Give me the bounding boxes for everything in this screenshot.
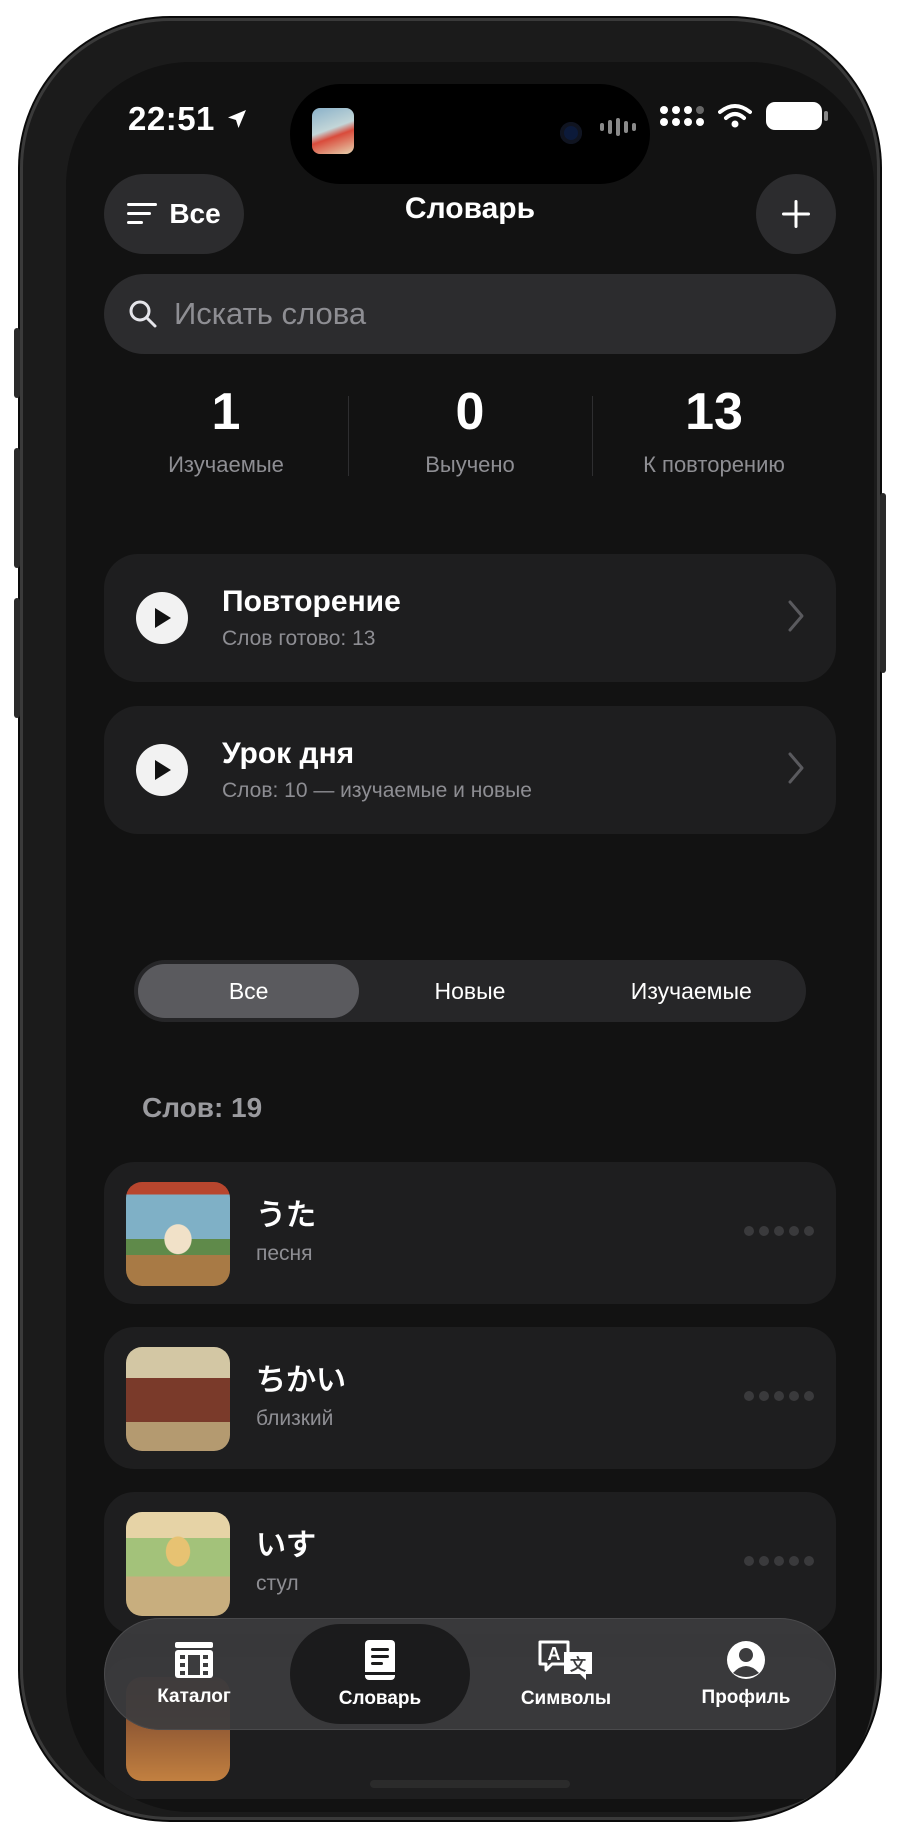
stat-value: 1: [211, 383, 241, 441]
tab-label: Каталог: [157, 1686, 231, 1707]
wifi-icon: [718, 104, 752, 128]
stat-learned: 0 Выучено: [348, 382, 592, 492]
play-icon: [136, 592, 188, 644]
film-icon: [175, 1642, 213, 1678]
word-filter-segmented-control: Все Новые Изучаемые: [134, 960, 806, 1022]
word-japanese: うた: [256, 1198, 316, 1233]
progress-dots: [744, 1226, 814, 1236]
action-button: [14, 328, 20, 398]
location-arrow-icon: [227, 110, 246, 128]
stat-label: Изучаемые: [168, 452, 284, 477]
chevron-right-icon: [788, 752, 804, 784]
now-playing-thumbnail: [312, 108, 354, 154]
tab-symbols[interactable]: A 文 Символы: [476, 1624, 656, 1724]
review-card[interactable]: Повторение Слов готово: 13: [104, 554, 836, 682]
word-item[interactable]: いす стул: [104, 1492, 836, 1634]
stats-row: 1 Изучаемые 0 Выучено 13 К повторению: [104, 382, 836, 492]
svg-text:A: A: [548, 1644, 561, 1664]
word-translation: песня: [256, 1242, 313, 1265]
segment-all[interactable]: Все: [138, 964, 360, 1018]
stat-learning: 1 Изучаемые: [104, 382, 348, 492]
battery-icon: [766, 102, 828, 130]
svg-text:文: 文: [570, 1655, 587, 1674]
status-icons: [660, 102, 828, 130]
word-item[interactable]: うた песня: [104, 1162, 836, 1304]
progress-dots: [744, 1556, 814, 1566]
home-indicator: [370, 1780, 570, 1788]
tab-label: Символы: [520, 1688, 612, 1709]
tab-catalog[interactable]: Каталог: [104, 1624, 284, 1724]
card-title: Повторение: [222, 585, 401, 618]
clock: 22:51: [128, 100, 215, 137]
tab-label: Профиль: [701, 1687, 791, 1708]
volume-down-button: [14, 598, 20, 718]
tab-profile[interactable]: Профиль: [656, 1624, 836, 1724]
power-button: [880, 493, 886, 673]
word-image: [126, 1347, 230, 1451]
screen: 22:51 Все Словарь Искать слова 1 Изучаем…: [66, 62, 874, 1812]
status-time: 22:51: [128, 100, 249, 138]
stat-value: 13: [685, 383, 743, 441]
camera-icon: [560, 122, 582, 144]
word-image: [126, 1512, 230, 1616]
stat-value: 0: [455, 383, 485, 441]
chevron-right-icon: [788, 600, 804, 632]
dynamic-island: [290, 84, 650, 184]
search-icon: [129, 300, 157, 328]
page-title: Словарь: [404, 192, 536, 225]
progress-dots: [744, 1391, 814, 1401]
card-title: Урок дня: [222, 737, 355, 770]
word-translation: близкий: [256, 1407, 334, 1430]
signal-icon: [660, 106, 704, 126]
tab-label: Словарь: [338, 1688, 422, 1709]
notebook-icon: [365, 1640, 395, 1680]
tab-dictionary[interactable]: Словарь: [290, 1624, 470, 1724]
waveform-icon: [600, 118, 636, 136]
word-item[interactable]: ちかい близкий: [104, 1327, 836, 1469]
search-input[interactable]: [174, 296, 774, 332]
daily-lesson-card[interactable]: Урок дня Слов: 10 — изучаемые и новые: [104, 706, 836, 834]
card-subtitle: Слов: 10 — изучаемые и новые: [222, 779, 532, 802]
word-translation: стул: [256, 1572, 299, 1595]
stat-label: К повторению: [643, 452, 785, 477]
phone-frame: 22:51 Все Словарь Искать слова 1 Изучаем…: [14, 18, 886, 1820]
segment-learning[interactable]: Изучаемые: [581, 964, 802, 1018]
add-word-button[interactable]: [756, 174, 836, 254]
volume-up-button: [14, 448, 20, 568]
word-image: [126, 1182, 230, 1286]
plus-icon: [782, 200, 810, 228]
tab-bar: Каталог Словарь A 文 Символы Профиль: [104, 1618, 836, 1730]
search-bar[interactable]: [104, 274, 836, 354]
card-subtitle: Слов готово: 13: [222, 627, 376, 650]
profile-icon: [727, 1641, 765, 1679]
stat-to-review: 13 К повторению: [592, 382, 836, 492]
word-count: Слов: 19: [142, 1092, 263, 1123]
segment-new[interactable]: Новые: [359, 964, 580, 1018]
word-japanese: ちかい: [256, 1363, 346, 1398]
play-icon: [136, 744, 188, 796]
stat-label: Выучено: [425, 452, 515, 477]
translate-icon: A 文: [538, 1640, 592, 1680]
word-japanese: いす: [256, 1528, 316, 1563]
